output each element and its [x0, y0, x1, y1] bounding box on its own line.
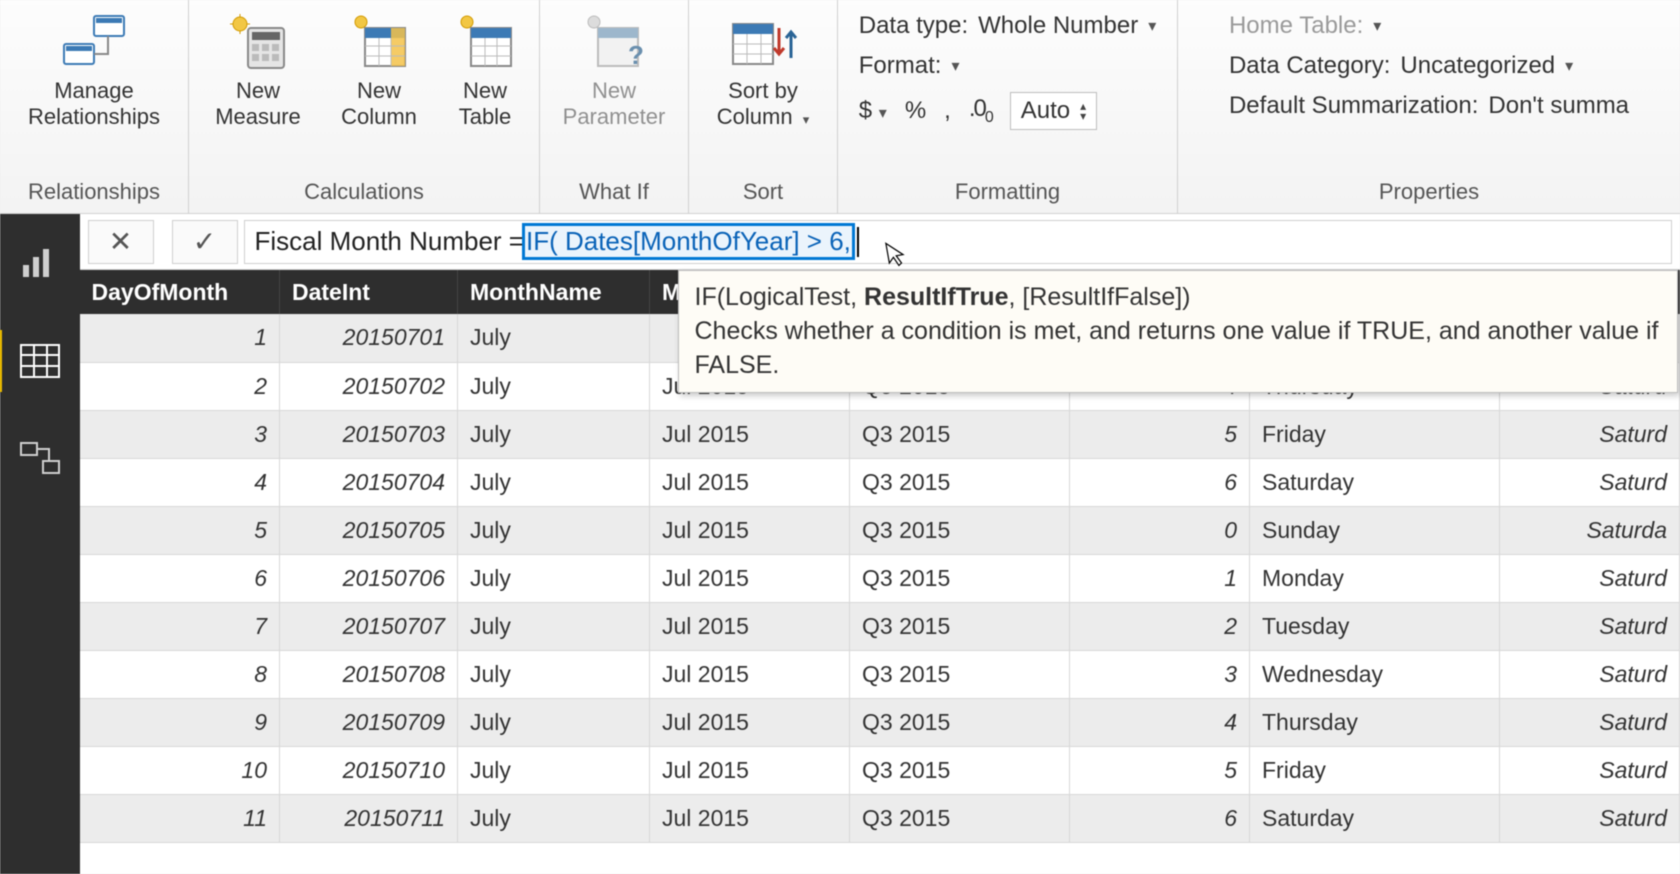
- table-row[interactable]: 1120150711JulyJul 2015Q3 20156SaturdaySa…: [80, 794, 1680, 842]
- group-sort-label: Sort: [703, 171, 823, 213]
- new-column-button[interactable]: New Column: [331, 6, 427, 130]
- formula-prefix: Fiscal Month Number =: [255, 226, 524, 257]
- table-row[interactable]: 320150703JulyJul 2015Q3 20155FridaySatur…: [80, 410, 1680, 458]
- model-view-tab[interactable]: [10, 434, 70, 484]
- col-monthname[interactable]: MonthName: [458, 270, 650, 314]
- new-parameter-icon: ?: [582, 6, 646, 78]
- table-row[interactable]: 420150704JulyJul 2015Q3 20156SaturdaySat…: [80, 458, 1680, 506]
- new-measure-label: New Measure: [215, 78, 301, 130]
- thousands-button[interactable]: ,: [944, 97, 951, 125]
- col-dayofmonth[interactable]: DayOfMonth: [80, 270, 280, 314]
- relationships-icon: [58, 6, 130, 78]
- ribbon: Manage Relationships Relationships New: [0, 0, 1680, 214]
- new-table-button[interactable]: New Table: [445, 6, 525, 130]
- formula-bar: ✕ ✓ Fiscal Month Number = IF( Dates[Mont…: [80, 214, 1680, 270]
- new-column-label: New Column: [341, 78, 417, 130]
- datatype-label: Data type:: [859, 12, 968, 40]
- commit-formula-button[interactable]: ✓: [172, 220, 238, 264]
- chevron-down-icon: ▾: [951, 56, 959, 76]
- sort-by-column-label: Sort by Column ▾: [717, 78, 809, 133]
- table-row[interactable]: 920150709JulyJul 2015Q3 20154ThursdaySat…: [80, 698, 1680, 746]
- group-relationships: Manage Relationships Relationships: [0, 0, 189, 213]
- data-category-label: Data Category:: [1229, 52, 1390, 80]
- table-row[interactable]: 720150707JulyJul 2015Q3 20152TuesdaySatu…: [80, 602, 1680, 650]
- report-view-tab[interactable]: [10, 238, 70, 288]
- data-category-value: Uncategorized: [1400, 52, 1555, 80]
- datatype-dropdown[interactable]: Data type: Whole Number ▾: [859, 12, 1157, 40]
- auto-value: Auto: [1021, 97, 1070, 125]
- home-table-dropdown: Home Table: ▾: [1229, 12, 1629, 40]
- tooltip-signature: IF(LogicalTest, ResultIfTrue, [ResultIfF…: [695, 281, 1661, 315]
- data-view-tab[interactable]: [10, 336, 70, 386]
- col-dateint[interactable]: DateInt: [280, 270, 458, 314]
- summarization-label: Default Summarization:: [1229, 92, 1478, 120]
- decimal-places-input[interactable]: Auto ▴▾: [1010, 92, 1097, 130]
- datatype-value: Whole Number: [978, 12, 1138, 40]
- new-table-label: New Table: [459, 78, 512, 130]
- table-row[interactable]: 1020150710JulyJul 2015Q3 20155FridaySatu…: [80, 746, 1680, 794]
- percent-button[interactable]: %: [905, 97, 926, 125]
- new-parameter-button: ? New Parameter: [554, 6, 674, 130]
- new-column-icon: [349, 6, 409, 78]
- new-parameter-label: New Parameter: [563, 78, 666, 130]
- text-cursor: [857, 227, 859, 257]
- sort-icon: [729, 6, 797, 78]
- summarization-dropdown[interactable]: Default Summarization: Don't summa: [1229, 92, 1629, 120]
- cancel-formula-button[interactable]: ✕: [88, 220, 154, 264]
- sort-by-column-button[interactable]: Sort by Column ▾: [703, 6, 823, 133]
- group-whatif: ? New Parameter What If: [540, 0, 689, 213]
- table-row[interactable]: 820150708JulyJul 2015Q3 20153WednesdaySa…: [80, 650, 1680, 698]
- group-calculations: New Measure New Column: [189, 0, 540, 213]
- workspace: ✕ ✓ Fiscal Month Number = IF( Dates[Mont…: [0, 214, 1680, 874]
- home-table-label: Home Table:: [1229, 12, 1363, 40]
- tooltip-description: Checks whether a condition is met, and r…: [695, 315, 1661, 383]
- formula-selection: IF( Dates[MonthOfYear] > 6,: [524, 225, 853, 258]
- format-label: Format:: [859, 52, 942, 80]
- group-properties-label: Properties: [1192, 171, 1666, 213]
- group-sort: Sort by Column ▾ Sort: [689, 0, 838, 213]
- data-category-dropdown[interactable]: Data Category: Uncategorized ▾: [1229, 52, 1629, 80]
- currency-button[interactable]: $ ▾: [859, 97, 887, 125]
- view-switcher: [0, 214, 80, 874]
- intellisense-tooltip: IF(LogicalTest, ResultIfTrue, [ResultIfF…: [678, 270, 1678, 393]
- decimal-button[interactable]: .00: [969, 95, 992, 127]
- table-row[interactable]: 620150706JulyJul 2015Q3 20151MondaySatur…: [80, 554, 1680, 602]
- main: ✕ ✓ Fiscal Month Number = IF( Dates[Mont…: [80, 214, 1680, 874]
- spinner-icon[interactable]: ▴▾: [1080, 101, 1086, 121]
- summarization-value: Don't summa: [1488, 92, 1629, 120]
- format-dropdown[interactable]: Format: ▾: [859, 52, 1157, 80]
- chevron-down-icon: ▾: [1373, 16, 1381, 36]
- group-whatif-label: What If: [554, 171, 674, 213]
- chevron-down-icon: ▾: [1148, 16, 1156, 36]
- group-properties: Home Table: ▾ Data Category: Uncategoriz…: [1178, 0, 1680, 213]
- group-formatting-label: Formatting: [852, 171, 1163, 213]
- new-table-icon: [455, 6, 515, 78]
- group-formatting: Data type: Whole Number ▾ Format: ▾ $ ▾ …: [838, 0, 1178, 213]
- new-measure-button[interactable]: New Measure: [203, 6, 313, 130]
- group-relationships-label: Relationships: [14, 171, 174, 213]
- chevron-down-icon: ▾: [1565, 56, 1573, 76]
- manage-relationships-button[interactable]: Manage Relationships: [14, 6, 174, 130]
- group-calculations-label: Calculations: [203, 171, 525, 213]
- new-measure-icon: [226, 6, 290, 78]
- svg-text:?: ?: [628, 40, 644, 70]
- formula-input[interactable]: Fiscal Month Number = IF( Dates[MonthOfY…: [244, 220, 1673, 264]
- table-row[interactable]: 520150705JulyJul 2015Q3 20150SundaySatur…: [80, 506, 1680, 554]
- manage-relationships-label: Manage Relationships: [28, 78, 160, 130]
